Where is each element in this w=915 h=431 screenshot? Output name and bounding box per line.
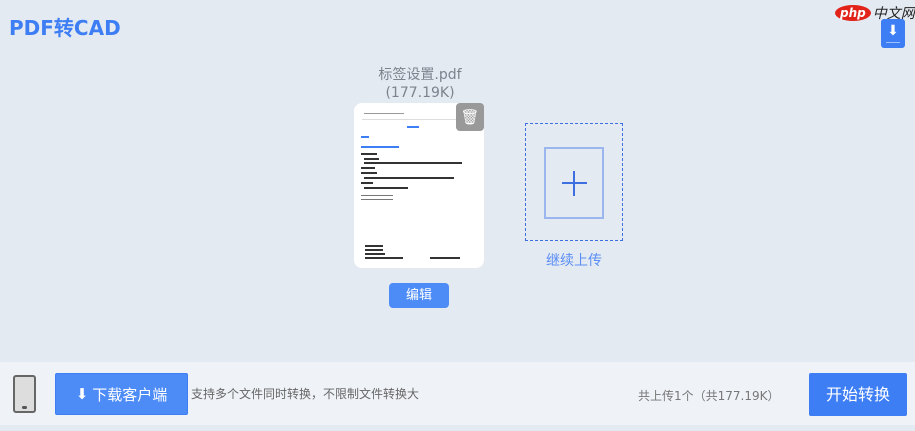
upload-more-label[interactable]: 继续上传 <box>525 250 623 270</box>
logo-php: php <box>835 5 871 21</box>
page-title: PDF转CAD <box>9 16 121 40</box>
file-name: 标签设置.pdf <box>378 67 462 83</box>
trash-icon: 🗑 <box>460 108 480 126</box>
file-info: 标签设置.pdf (177.19K) <box>340 66 500 102</box>
upload-more-dropzone[interactable] <box>525 123 623 241</box>
file-size: (177.19K) <box>385 85 455 101</box>
phone-icon <box>13 375 36 413</box>
bottom-bar: ⬇ 下载客户端 支持多个文件同时转换，不限制文件转换大 共上传1个（共177.19… <box>0 362 915 425</box>
delete-file-button[interactable]: 🗑 <box>456 103 484 131</box>
download-icon: ⬇ <box>75 385 89 403</box>
download-icon[interactable]: ⬇ <box>881 19 905 48</box>
download-client-label: 下载客户端 <box>92 385 168 404</box>
tip-text: 支持多个文件同时转换，不限制文件转换大 <box>191 387 420 401</box>
start-convert-button[interactable]: 开始转换 <box>809 373 907 416</box>
plus-icon <box>544 147 604 219</box>
edit-button[interactable]: 编辑 <box>389 283 449 308</box>
download-client-button[interactable]: ⬇ 下载客户端 <box>55 373 188 415</box>
upload-count: 共上传1个（共177.19K） <box>638 389 780 403</box>
